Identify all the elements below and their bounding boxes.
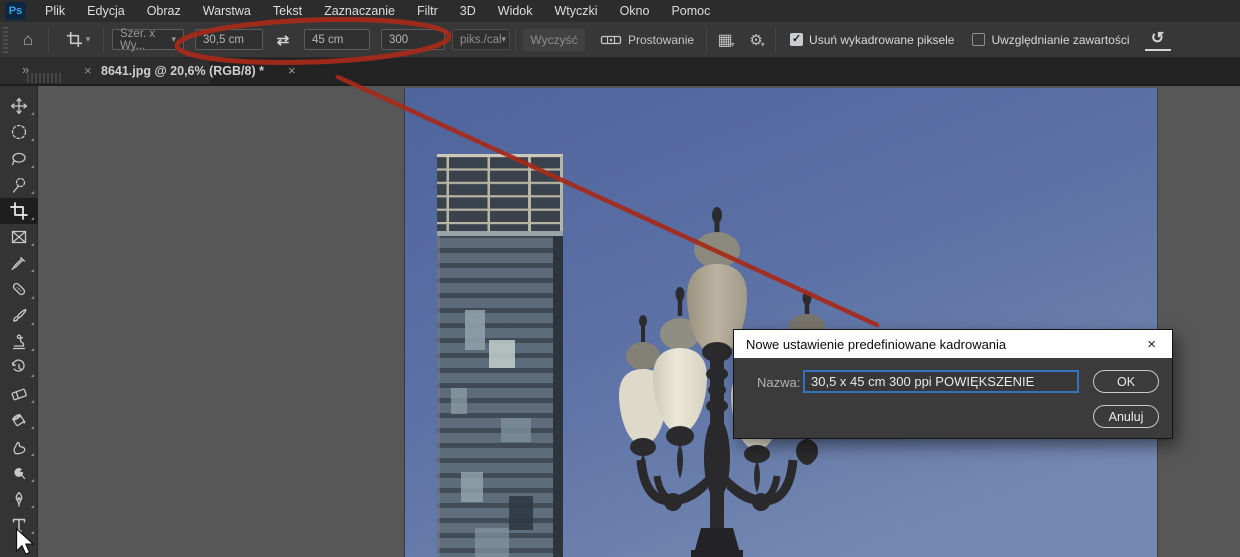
chevron-down-icon: ▾	[86, 35, 91, 44]
frame-tool[interactable]	[0, 224, 38, 250]
cancel-button[interactable]: Anuluj	[1093, 405, 1159, 428]
reset-arrow-icon: ↺	[1151, 29, 1164, 49]
straighten-button[interactable]	[600, 27, 622, 53]
menu-item-plik[interactable]: Plik	[34, 0, 76, 22]
resolution-unit-dropdown[interactable]: piks./cal ▾	[452, 29, 510, 50]
straighten-level-icon	[600, 32, 622, 48]
home-screen-button[interactable]: ⌂	[13, 27, 43, 53]
crop-tool-preset-button[interactable]: ▾	[58, 27, 98, 53]
skyscraper	[437, 154, 563, 557]
separator	[706, 28, 707, 52]
content-aware-checkbox[interactable]: Uwzględnianie zawartości	[972, 33, 1129, 47]
menu-item-wtyczki[interactable]: Wtyczki	[544, 0, 609, 22]
crop-ratio-preset-dropdown[interactable]: Szer. x Wy... ▾	[112, 29, 184, 50]
crop-height-input[interactable]	[304, 29, 370, 50]
crop-settings-button[interactable]: ⚙▾	[746, 27, 770, 53]
lasso-tool[interactable]	[0, 145, 38, 171]
document-tab-bar: » × 8641.jpg @ 20,6% (RGB/8) * ×	[0, 58, 1240, 84]
menu-item-filtr[interactable]: Filtr	[406, 0, 449, 22]
dialog-body: Nazwa: OK Anuluj	[734, 358, 1172, 438]
reset-tool-button[interactable]: ↺	[1145, 29, 1171, 51]
crop-width-input[interactable]	[195, 29, 263, 50]
chevron-down-icon: ▾	[171, 35, 176, 44]
eyedropper-tool[interactable]	[0, 250, 38, 276]
chevron-down-icon: ▾	[761, 40, 765, 49]
menu-item-okno[interactable]: Okno	[609, 0, 661, 22]
quick-selection-tool[interactable]	[0, 172, 38, 198]
swap-arrows-icon: ⇄	[277, 31, 290, 49]
previous-tab-close-icon[interactable]: ×	[84, 63, 92, 78]
chevron-down-icon: ▾	[731, 40, 735, 49]
tools-panel	[0, 86, 38, 557]
delete-cropped-pixels-checkbox[interactable]: ✓ Usuń wykadrowane piksele	[790, 33, 954, 47]
straighten-label: Prostowanie	[628, 33, 694, 47]
type-tool[interactable]	[0, 512, 38, 538]
separator	[48, 28, 49, 52]
dialog-close-icon[interactable]: ×	[1143, 335, 1160, 354]
swap-width-height-button[interactable]: ⇄	[271, 27, 295, 53]
menu-item-warstwa[interactable]: Warstwa	[192, 0, 262, 22]
separator	[775, 28, 776, 52]
menu-item-pomoc[interactable]: Pomoc	[660, 0, 721, 22]
move-tool[interactable]	[0, 93, 38, 119]
crop-resolution-input[interactable]	[381, 29, 445, 50]
pen-tool[interactable]	[0, 486, 38, 512]
new-crop-preset-dialog: Nowe ustawienie predefiniowane kadrowani…	[734, 330, 1172, 438]
tool-options-bar: ⌂ ▾ Szer. x Wy... ▾ ⇄ piks./cal ▾ Wyczyś…	[0, 22, 1240, 58]
overlay-options-button[interactable]: ▦▾	[715, 27, 739, 53]
history-brush-tool[interactable]	[0, 355, 38, 381]
crop-tool[interactable]	[0, 198, 38, 224]
menu-item-edycja[interactable]: Edycja	[76, 0, 136, 22]
options-bar-gripper[interactable]	[3, 27, 8, 53]
smudge-tool[interactable]	[0, 433, 38, 459]
home-icon: ⌂	[23, 30, 33, 50]
tab-strip-gripper[interactable]	[27, 73, 63, 83]
dialog-title-bar[interactable]: Nowe ustawienie predefiniowane kadrowani…	[734, 330, 1172, 358]
crop-tool-icon	[66, 31, 83, 48]
workspace	[0, 84, 1240, 555]
clone-stamp-tool[interactable]	[0, 329, 38, 355]
dialog-title: Nowe ustawienie predefiniowane kadrowani…	[746, 337, 1143, 352]
tab-close-icon[interactable]: ×	[288, 63, 296, 78]
ok-button[interactable]: OK	[1093, 370, 1159, 393]
document-tab-title[interactable]: 8641.jpg @ 20,6% (RGB/8) *	[101, 64, 264, 78]
menu-item-widok[interactable]: Widok	[487, 0, 544, 22]
menu-item-zaznaczanie[interactable]: Zaznaczanie	[313, 0, 406, 22]
menu-bar: Ps Plik Edycja Obraz Warstwa Tekst Zazna…	[0, 0, 1240, 22]
menu-item-obraz[interactable]: Obraz	[136, 0, 192, 22]
brush-tool[interactable]	[0, 303, 38, 329]
checkbox-unchecked-icon	[972, 33, 985, 46]
menu-item-tekst[interactable]: Tekst	[262, 0, 313, 22]
separator	[103, 28, 104, 52]
eraser-tool[interactable]	[0, 381, 38, 407]
spot-healing-brush-tool[interactable]	[0, 276, 38, 302]
chevron-down-icon: ▾	[502, 35, 507, 44]
separator	[515, 28, 516, 52]
paint-bucket-tool[interactable]	[0, 407, 38, 433]
dodge-tool[interactable]	[0, 460, 38, 486]
elliptical-marquee-tool[interactable]	[0, 119, 38, 145]
preset-name-label: Nazwa:	[757, 375, 800, 390]
preset-name-input[interactable]	[803, 370, 1079, 393]
canvas-photo[interactable]	[405, 88, 1157, 557]
checkbox-checked-icon: ✓	[790, 33, 803, 46]
photoshop-logo-icon: Ps	[5, 2, 26, 20]
menu-item-3d[interactable]: 3D	[449, 0, 487, 22]
clear-button[interactable]: Wyczyść	[523, 29, 585, 51]
